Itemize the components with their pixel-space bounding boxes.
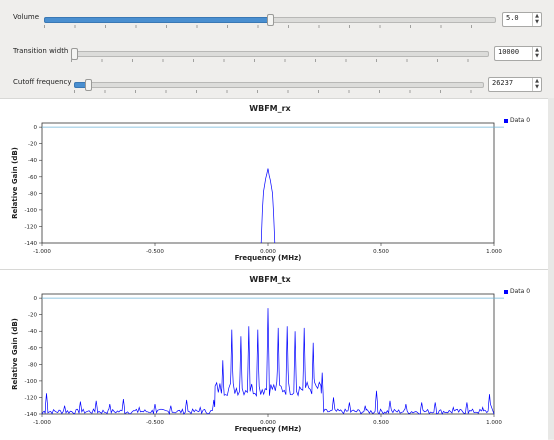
x-tick-label: 0.500	[373, 420, 389, 426]
cutoff-frequency-label: Cutoff frequency	[13, 78, 72, 86]
volume-spinbox[interactable]: 5.0 ▲ ▼	[502, 12, 542, 27]
tx-plot-panel: WBFM_tx Relative Gain (dB) Frequency (MH…	[0, 269, 548, 440]
y-tick-label: 0	[34, 296, 38, 302]
spin-down-icon[interactable]: ▼	[533, 19, 541, 25]
plot-frame	[41, 122, 495, 244]
y-tick-label: -20	[28, 313, 37, 319]
cutoff-frequency-slider[interactable]	[74, 79, 484, 93]
cutoff-slider-track	[74, 82, 484, 88]
cutoff-frequency-spinbox[interactable]: 26237 ▲ ▼	[488, 77, 542, 92]
transition-width-control: Transition width 10000 ▲ ▼	[0, 44, 554, 64]
y-tick-label: -40	[28, 158, 37, 164]
x-tick-label: -1.000	[33, 249, 51, 255]
transition-width-value: 10000	[498, 48, 520, 56]
y-tick-label: -80	[28, 191, 37, 197]
volume-slider[interactable]	[44, 14, 496, 28]
x-tick-label: -0.500	[146, 420, 164, 426]
transition-width-spinbox[interactable]: 10000 ▲ ▼	[494, 46, 542, 61]
y-tick-label: -60	[28, 175, 37, 181]
spin-down-icon[interactable]: ▼	[533, 84, 541, 90]
transition-width-label: Transition width	[13, 47, 69, 55]
y-tick-label: -100	[25, 208, 38, 214]
x-tick-label: 0.000	[260, 249, 276, 255]
cutoff-frequency-control: Cutoff frequency 26237 ▲ ▼	[0, 75, 554, 95]
cutoff-slider-ticks	[74, 90, 484, 93]
tx-spectrum-plot[interactable]: 0 -20 -40 -60 -80 -100 -120 -140 -1.000 -0.500 0.0…	[0, 270, 548, 440]
y-tick-label: -120	[25, 224, 38, 230]
volume-slider-ticks	[44, 25, 496, 28]
spin-down-icon[interactable]: ▼	[533, 53, 541, 59]
y-tick-label: -20	[28, 142, 37, 148]
rx-spectrum-plot[interactable]: 0 -20 -40 -60 -80 -100 -120 -140 -1.000 -0.500 0.0…	[0, 99, 548, 269]
x-tick-label: 1.000	[486, 420, 502, 426]
y-tick-label: -60	[28, 346, 37, 352]
x-tick-label: -0.500	[146, 249, 164, 255]
y-tick-label: -100	[25, 379, 38, 385]
transition-slider-track	[71, 51, 489, 57]
volume-control: Volume 5.0 ▲ ▼	[0, 10, 554, 30]
transition-width-slider[interactable]	[71, 48, 489, 62]
x-tick-label: 0.500	[373, 249, 389, 255]
x-tick-label: 0.000	[260, 420, 276, 426]
rx-plot-panel: WBFM_rx Relative Gain (dB) Frequency (MH…	[0, 98, 548, 269]
y-tick-label: -140	[25, 241, 38, 247]
y-tick-label: 0	[34, 125, 38, 131]
y-tick-label: -140	[25, 412, 38, 418]
volume-value: 5.0	[506, 14, 519, 22]
transition-spin-arrows[interactable]: ▲ ▼	[532, 47, 541, 60]
x-tick-label: -1.000	[33, 420, 51, 426]
cutoff-frequency-value: 26237	[492, 79, 514, 87]
transition-slider-ticks	[71, 59, 489, 62]
y-tick-label: -80	[28, 362, 37, 368]
cutoff-spin-arrows[interactable]: ▲ ▼	[532, 78, 541, 91]
y-tick-label: -120	[25, 395, 38, 401]
vertical-scrollbar[interactable]	[548, 98, 554, 439]
x-tick-label: 1.000	[486, 249, 502, 255]
volume-label: Volume	[13, 13, 40, 21]
volume-slider-fill	[44, 17, 272, 23]
volume-spin-arrows[interactable]: ▲ ▼	[532, 13, 541, 26]
y-tick-label: -40	[28, 329, 37, 335]
